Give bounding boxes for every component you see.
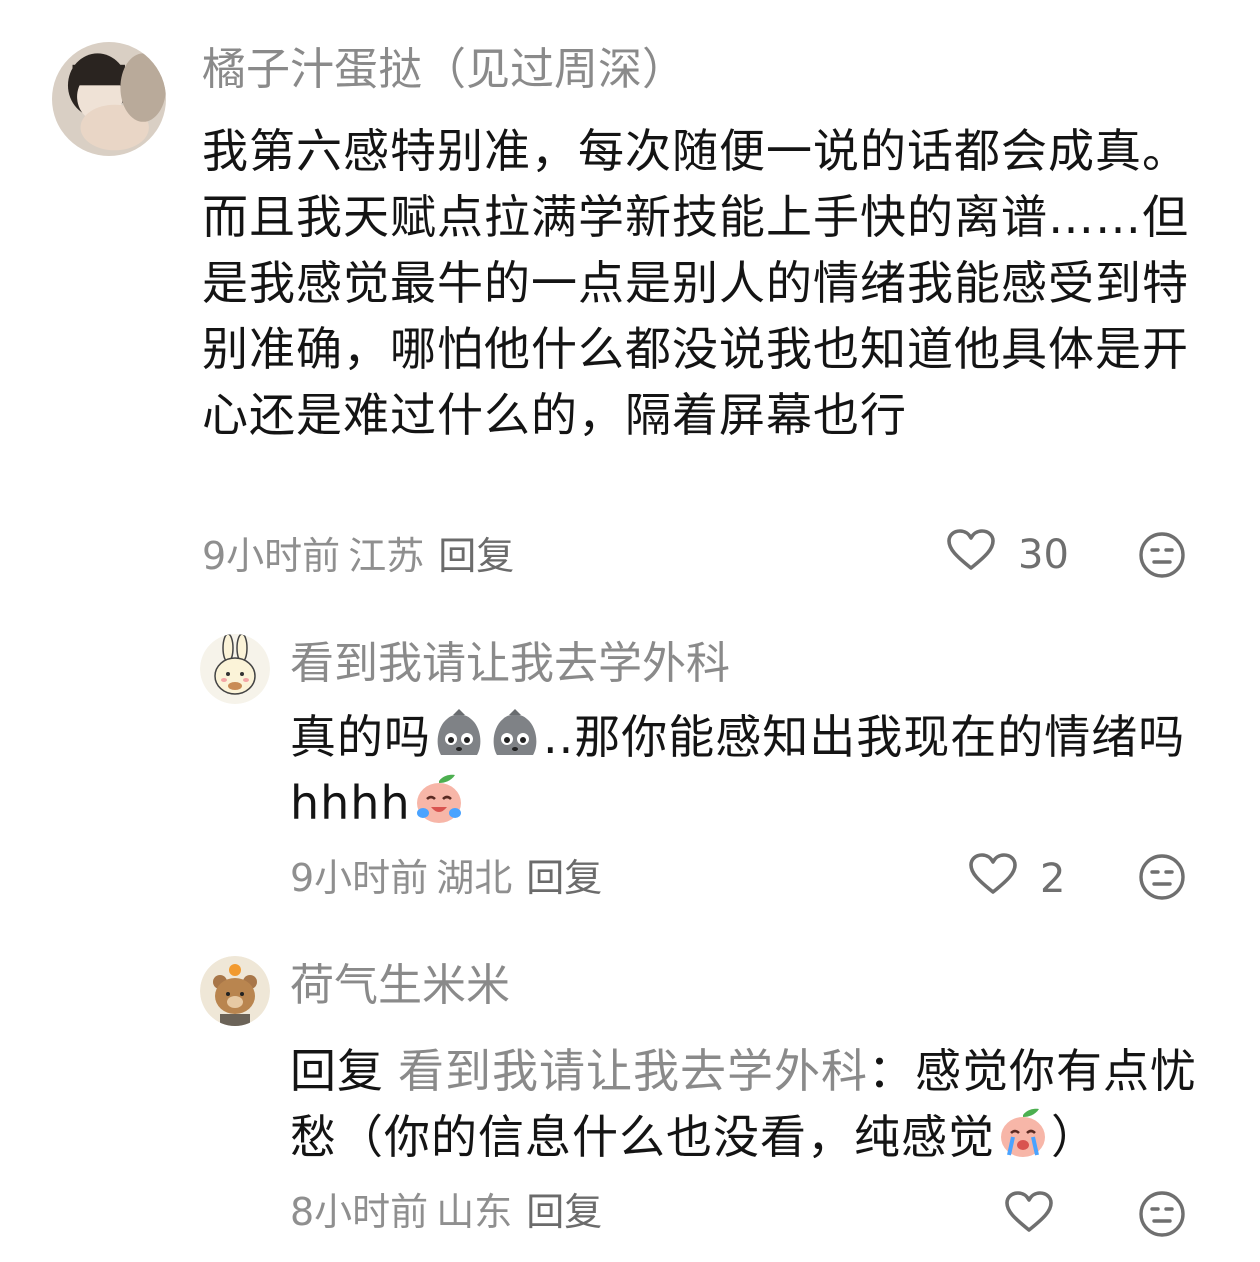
like-count: 30 [1018,532,1069,578]
comment-text: 我第六感特别准，每次随便一说的话都会成真。而且我天赋点拉满学新技能上手快的离谱…… [202,124,1189,442]
comment-text: 回复 看到我请让我去学外科：感觉你有点忧愁（你的信息什么也没看，纯感觉） [290,1044,1197,1164]
username[interactable]: 荷气生米米 [290,960,510,1012]
comment-text: 真的吗 ..那你能感知出我现在的情绪吗 hhhh [290,704,1220,836]
comment-meta: 9小时前 湖北 回复 [290,856,602,900]
peach-crying-emoji [995,1105,1051,1161]
location: 山东 [436,1190,513,1234]
location: 湖北 [436,856,513,900]
location: 江苏 [348,534,425,578]
rock-face-emoji [431,705,487,761]
meh-face-icon[interactable] [1138,531,1186,579]
username[interactable]: 看到我请让我去学外科 [290,638,730,690]
username[interactable]: 橘子汁蛋挞（见过周深） [202,44,686,96]
like-button[interactable]: 2 [968,852,1065,906]
reply-button[interactable]: 回复 [526,856,602,900]
comment-meta: 9小时前 江苏 回复 [202,534,514,578]
meh-face-icon[interactable] [1138,1190,1186,1238]
timestamp: 8小时前 [290,1190,429,1234]
avatar[interactable] [200,956,270,1026]
reply-button[interactable]: 回复 [526,1190,602,1234]
like-button[interactable] [1004,1190,1054,1244]
peach-crying-laugh-emoji [411,771,467,827]
heart-outline-icon [968,852,1018,906]
reply-button[interactable]: 回复 [438,534,514,578]
avatar[interactable] [52,42,166,156]
heart-outline-icon [946,528,996,582]
like-count: 2 [1040,856,1066,902]
timestamp: 9小时前 [290,856,429,900]
comment-meta: 8小时前 山东 回复 [290,1190,602,1234]
timestamp: 9小时前 [202,534,341,578]
like-button[interactable]: 30 [946,528,1069,582]
rock-face-emoji [487,705,543,761]
reply-target-username[interactable]: 看到我请让我去学外科 [398,1044,868,1098]
avatar[interactable] [200,634,270,704]
meh-face-icon[interactable] [1138,853,1186,901]
reply-prefix: 回复 [290,1044,384,1098]
heart-outline-icon [1004,1190,1054,1244]
